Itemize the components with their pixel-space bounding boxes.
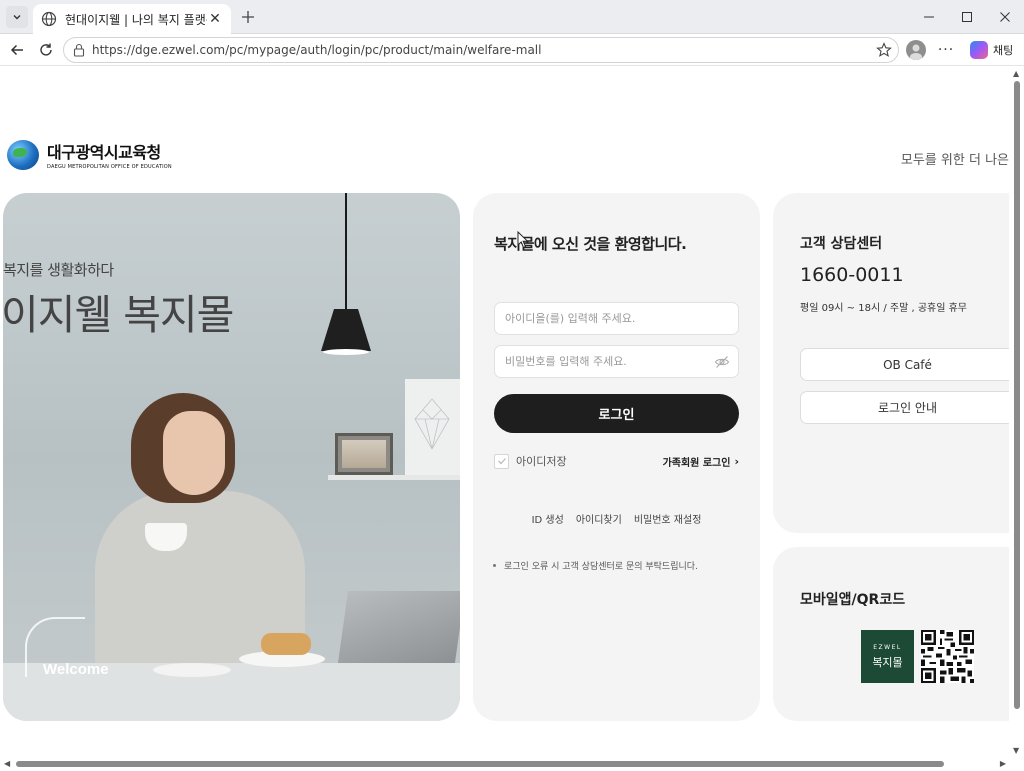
- chevron-right-icon: ›: [734, 455, 739, 468]
- customer-center-hours: 평일 09시 ~ 18시 / 주말 , 공휴일 휴무: [800, 303, 968, 314]
- logo-korean-text: 대구광역시교육청: [47, 143, 161, 162]
- mobile-app-title: 모바일앱/QR코드: [800, 592, 906, 608]
- login-card: 복지몰에 오신 것을 환영합니다. 로그인 아이디저장 가족회원 로그인 › I…: [473, 193, 760, 721]
- pancakes: [261, 633, 311, 655]
- password-input[interactable]: [505, 355, 705, 368]
- scroll-right-icon[interactable]: ▶: [1000, 759, 1006, 768]
- new-tab-button[interactable]: [238, 7, 258, 27]
- wall-shelf: [328, 475, 460, 480]
- woman-face: [163, 411, 225, 495]
- hero-welcome-text: Welcome: [43, 661, 109, 678]
- bullet-icon: [493, 564, 496, 567]
- globe-icon: [41, 11, 57, 27]
- side-plate: [153, 663, 231, 677]
- wall-art: [405, 379, 460, 475]
- browser-tab[interactable]: 현대이지웰 | 나의 복지 플랫폼 ✕: [33, 4, 231, 34]
- login-button[interactable]: 로그인: [494, 394, 739, 433]
- browser-titlebar: 현대이지웰 | 나의 복지 플랫폼 ✕: [0, 0, 1024, 34]
- lock-icon: [73, 43, 85, 57]
- id-input[interactable]: [505, 312, 705, 325]
- user-icon: [910, 44, 922, 60]
- plus-icon: [242, 11, 254, 23]
- family-login-link[interactable]: 가족회원 로그인 ›: [663, 454, 739, 469]
- maximize-icon: [962, 12, 972, 22]
- login-guide-button[interactable]: 로그인 안내: [800, 391, 1009, 424]
- copilot-icon: [970, 41, 988, 59]
- refresh-button[interactable]: [35, 39, 57, 61]
- scroll-left-icon[interactable]: ◀: [4, 759, 10, 768]
- logo-english-text: DAEGU METROPOLITAN OFFICE OF EDUCATION: [47, 164, 172, 170]
- checkbox[interactable]: [494, 453, 509, 469]
- scroll-down-icon[interactable]: ▼: [1013, 746, 1019, 755]
- close-tab-icon[interactable]: ✕: [207, 11, 223, 27]
- mouse-cursor-icon: [517, 231, 529, 249]
- pendant-lamp: [321, 309, 371, 351]
- horizontal-scroll-thumb[interactable]: [16, 761, 944, 767]
- qr-code-icon: [921, 630, 974, 683]
- refresh-icon: [40, 43, 52, 56]
- save-id-checkbox[interactable]: 아이디저장: [494, 453, 567, 469]
- reset-password-link[interactable]: 비밀번호 재설정: [634, 511, 702, 526]
- lamp-light: [323, 349, 369, 355]
- lamp-cord: [345, 193, 347, 311]
- horizontal-scrollbar[interactable]: ◀ ▶: [0, 757, 1024, 771]
- photo-frame: [335, 433, 393, 475]
- header-tagline: 모두를 위한 더 나은: [900, 153, 1009, 168]
- copilot-chat-button[interactable]: 채팅: [964, 38, 1019, 62]
- star-icon[interactable]: [876, 42, 892, 58]
- vertical-scrollbar[interactable]: ▲ ▼: [1010, 67, 1024, 757]
- laptop: [337, 591, 460, 663]
- check-icon: [497, 458, 506, 465]
- ezwel-app-icon[interactable]: EZWEL 복지몰: [861, 630, 914, 683]
- customer-center-card: 고객 상담센터 1660-0011 평일 09시 ~ 18시 / 주말 , 공휴…: [773, 193, 1009, 533]
- id-field[interactable]: [494, 302, 739, 335]
- vertical-scroll-thumb[interactable]: [1014, 81, 1020, 709]
- family-login-label: 가족회원 로그인: [662, 458, 731, 469]
- address-bar[interactable]: https://dge.ezwel.com/pc/mypage/auth/log…: [63, 37, 899, 63]
- url-text: https://dge.ezwel.com/pc/mypage/auth/log…: [92, 43, 542, 57]
- hero-subtitle: 복지를 생활화하다: [3, 261, 114, 279]
- browser-toolbar: https://dge.ezwel.com/pc/mypage/auth/log…: [0, 34, 1024, 66]
- login-notice-text: 로그인 오류 시 고객 상담센터로 문의 부탁드립니다.: [504, 562, 698, 572]
- create-id-link[interactable]: ID 생성: [532, 511, 564, 526]
- minimize-icon: [924, 16, 934, 18]
- account-links: ID 생성 아이디찾기 비밀번호 재설정: [473, 511, 760, 526]
- profile-avatar[interactable]: [906, 40, 926, 60]
- close-window-button[interactable]: [994, 6, 1016, 28]
- hero-title: 이지웰 복지몰: [3, 291, 234, 339]
- login-notice: 로그인 오류 시 고객 상담센터로 문의 부탁드립니다.: [493, 559, 698, 572]
- ob-cafe-button[interactable]: OB Café: [800, 348, 1009, 381]
- password-field[interactable]: [494, 345, 739, 378]
- tab-title: 현대이지웰 | 나의 복지 플랫폼: [65, 12, 207, 27]
- hero-banner: 복지를 생활화하다 이지웰 복지몰 Welcome: [3, 193, 460, 721]
- customer-center-phone: 1660-0011: [800, 264, 904, 286]
- page-viewport: 대구광역시교육청 DAEGU METROPOLITAN OFFICE OF ED…: [3, 67, 1009, 757]
- app-name-text: 복지몰: [872, 655, 903, 669]
- close-icon: [1000, 12, 1010, 22]
- more-menu-icon[interactable]: ···: [936, 40, 956, 60]
- tab-list-button[interactable]: [6, 6, 28, 28]
- back-button[interactable]: [6, 39, 28, 61]
- globe-logo-icon: [7, 139, 39, 170]
- customer-center-title: 고객 상담센터: [800, 236, 883, 252]
- copilot-label: 채팅: [993, 44, 1014, 57]
- mobile-app-card: 모바일앱/QR코드 EZWEL 복지몰: [773, 547, 1009, 721]
- scroll-up-icon[interactable]: ▲: [1013, 69, 1019, 78]
- eye-slash-icon[interactable]: [714, 354, 730, 370]
- arrow-left-icon: [10, 44, 23, 56]
- find-id-link[interactable]: 아이디찾기: [576, 511, 622, 526]
- site-logo[interactable]: 대구광역시교육청 DAEGU METROPOLITAN OFFICE OF ED…: [7, 139, 172, 170]
- chevron-down-icon: [13, 15, 21, 20]
- app-brand-text: EZWEL: [873, 643, 902, 651]
- maximize-button[interactable]: [956, 6, 978, 28]
- minimize-button[interactable]: [918, 6, 940, 28]
- save-id-label: 아이디저장: [516, 455, 567, 468]
